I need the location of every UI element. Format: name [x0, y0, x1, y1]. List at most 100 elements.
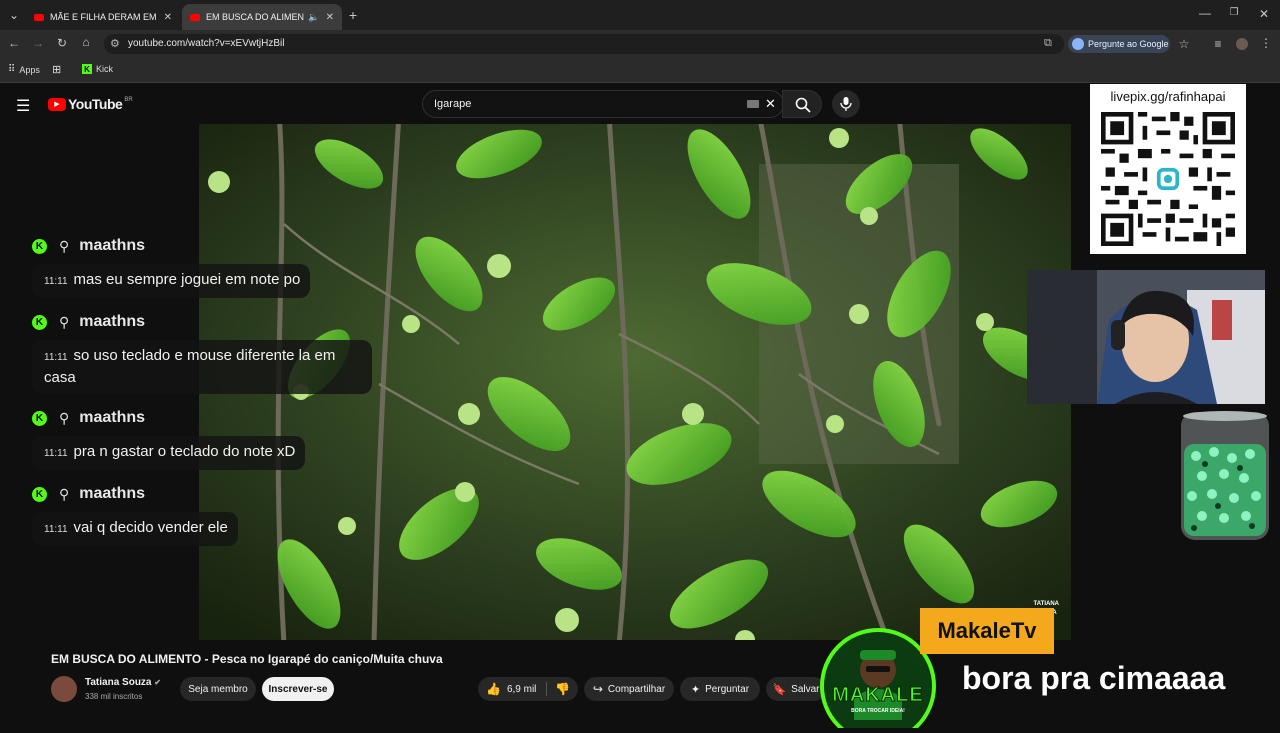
chat-text: pra n gastar o teclado do note xD: [73, 443, 296, 460]
chat-message: K ⚲ maathns 11:11 pra n gastar o teclado …: [32, 408, 412, 470]
close-window-icon[interactable]: ✕: [1256, 7, 1272, 21]
sparkle-icon: ✦: [690, 683, 701, 696]
chat-text: so uso teclado e mouse diferente la em c…: [44, 347, 336, 386]
tab-mae-e-filha[interactable]: MÃE E FILHA DERAM EM CIMA ✕: [26, 4, 180, 30]
makale-logo-text: MAKALE: [832, 684, 924, 707]
microphone-icon: [840, 97, 852, 111]
share-label: Compartilhar: [607, 683, 666, 695]
kick-icon: K: [32, 410, 47, 426]
voice-search-button[interactable]: [832, 90, 860, 118]
chat-username: maathns: [79, 409, 146, 426]
restore-icon[interactable]: ❐: [1226, 7, 1242, 18]
ask-google-button[interactable]: Pergunte ao Google: [1068, 35, 1170, 53]
bookmark-star-icon[interactable]: ☆: [1176, 37, 1192, 51]
verified-icon: ✔: [154, 678, 161, 687]
youtube-favicon-icon: [190, 13, 200, 21]
pix-qr-panel: livepix.gg/rafinhapai: [1090, 84, 1246, 254]
tab-title: MÃE E FILHA DERAM EM CIMA: [50, 12, 158, 22]
bookmark-icon: 🔖: [772, 683, 787, 696]
youtube-favicon-icon: [34, 13, 44, 21]
keyboard-icon[interactable]: [747, 100, 759, 108]
cast-icon[interactable]: ⧉: [1044, 37, 1052, 50]
channel-avatar[interactable]: [51, 676, 77, 702]
channel-name-row[interactable]: Tatiana Souza ✔: [85, 677, 161, 688]
reload-icon[interactable]: ↻: [54, 36, 70, 50]
save-button[interactable]: 🔖 Salvar: [766, 677, 826, 701]
new-tab-icon[interactable]: +: [345, 7, 361, 23]
reading-list-icon[interactable]: ≡: [1210, 37, 1226, 51]
share-icon: ↪: [592, 682, 603, 696]
ask-button[interactable]: ✦ Perguntar: [680, 677, 760, 701]
bookmarks-bar: ⠿ Apps ⊞ K Kick: [0, 58, 1280, 83]
share-button[interactable]: ↪ Compartilhar: [584, 677, 674, 701]
ask-google-label: Pergunte ao Google: [1088, 39, 1169, 49]
subscriber-count: 338 mil inscritos: [85, 692, 143, 701]
chat-username: maathns: [79, 237, 146, 254]
subscribe-button[interactable]: Inscrever-se: [262, 677, 334, 701]
user-icon: ⚲: [59, 237, 70, 254]
streamer-webcam-image: [1027, 270, 1265, 404]
kick-icon: K: [32, 238, 47, 254]
user-icon: ⚲: [59, 313, 70, 330]
forward-icon[interactable]: →: [30, 36, 46, 50]
bookmark-label: Kick: [96, 64, 114, 74]
chat-timestamp: 11:11: [44, 448, 68, 459]
close-tab-icon[interactable]: ✕: [164, 12, 172, 23]
qr-code-icon: [1101, 112, 1235, 246]
google-lens-icon: [1072, 38, 1084, 50]
chat-bubble: 11:11 pra n gastar o teclado do note xD: [32, 436, 306, 470]
tab-em-busca[interactable]: EM BUSCA DO ALIMENTO 🔈 ✕: [182, 4, 342, 30]
home-icon[interactable]: ⌂: [78, 35, 94, 49]
tab-groups-icon[interactable]: ⊞: [52, 63, 61, 76]
chat-bubble: 11:11 mas eu sempre joguei em note po: [32, 264, 311, 298]
chat-message: K ⚲ maathns 11:11 so uso teclado e mouse …: [32, 312, 412, 394]
search-button[interactable]: [782, 90, 822, 118]
dislike-icon[interactable]: 👎: [555, 682, 570, 696]
country-code: BR: [124, 97, 133, 103]
close-tab-icon[interactable]: ✕: [326, 12, 334, 23]
tab-search-icon[interactable]: ⌄: [6, 8, 22, 22]
chat-text: mas eu sempre joguei em note po: [73, 271, 301, 288]
chat-username: maathns: [79, 485, 146, 502]
back-icon[interactable]: ←: [6, 36, 22, 50]
join-button[interactable]: Seja membro: [180, 677, 256, 701]
user-icon: ⚲: [59, 409, 70, 426]
like-count[interactable]: 6,9 mil: [507, 684, 536, 695]
clear-search-icon[interactable]: ✕: [765, 96, 776, 112]
channel-name: Tatiana Souza: [85, 677, 152, 688]
url-text: youtube.com/watch?v=xEVwtjHzBil: [128, 38, 285, 49]
video-title: EM BUSCA DO ALIMENTO - Pesca no Igarapé …: [51, 652, 443, 666]
overlay-shout-text: bora pra cimaaaa: [962, 660, 1226, 696]
like-icon[interactable]: 👍: [486, 682, 501, 696]
chat-user-row: K ⚲ maathns: [32, 408, 412, 428]
site-info-icon[interactable]: ⚙: [110, 37, 120, 50]
search-icon: [795, 97, 811, 113]
tab-title: EM BUSCA DO ALIMENTO: [206, 12, 305, 22]
chat-overlay: K ⚲ maathns 11:11 mas eu sempre joguei em…: [32, 236, 412, 546]
chat-username: maathns: [79, 313, 146, 330]
search-input[interactable]: Igarape ✕: [422, 90, 784, 118]
profile-avatar[interactable]: [1236, 38, 1248, 50]
bookmark-kick[interactable]: K Kick: [82, 64, 113, 74]
speaker-icon[interactable]: 🔈: [308, 12, 319, 23]
ask-label: Perguntar: [705, 683, 750, 695]
youtube-logo[interactable]: ▶ YouTube BR: [48, 96, 133, 112]
minimize-icon[interactable]: —: [1197, 6, 1213, 20]
address-bar[interactable]: ⚙ youtube.com/watch?v=xEVwtjHzBil ⧉: [104, 34, 1064, 54]
chat-timestamp: 11:11: [44, 276, 68, 287]
chat-user-row: K ⚲ maathns: [32, 236, 412, 256]
search-value: Igarape: [434, 98, 472, 110]
hamburger-menu-icon[interactable]: ☰: [16, 96, 30, 116]
browser-menu-icon[interactable]: ⋮: [1258, 36, 1274, 50]
makale-logo: MAKALE BORA TROCAR IDEIA!: [820, 628, 936, 733]
tab-strip: ⌄ MÃE E FILHA DERAM EM CIMA ✕ EM BUSCA D…: [0, 0, 1280, 30]
bookmark-apps[interactable]: ⠿ Apps: [8, 64, 40, 75]
chat-text: vai q decido vender ele: [73, 519, 228, 536]
chat-message: K ⚲ maathns 11:11 mas eu sempre joguei em…: [32, 236, 412, 298]
chat-message: K ⚲ maathns 11:11 vai q decido vender ele: [32, 484, 412, 546]
chat-bubble: 11:11 vai q decido vender ele: [32, 512, 238, 546]
youtube-play-icon: ▶: [48, 97, 66, 111]
pix-url: livepix.gg/rafinhapai: [1110, 89, 1226, 104]
kick-icon: K: [32, 486, 47, 502]
divider: [546, 682, 548, 696]
